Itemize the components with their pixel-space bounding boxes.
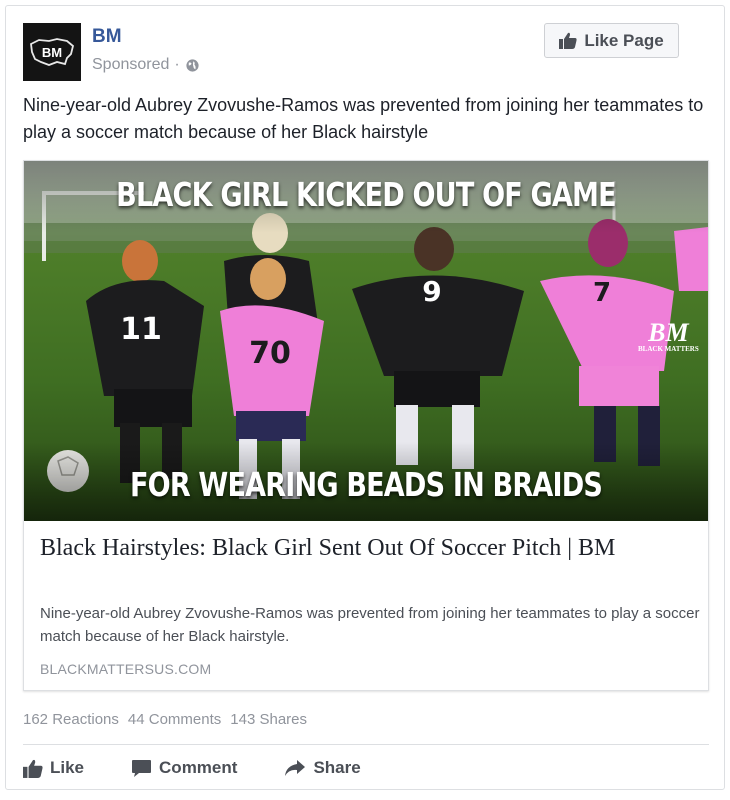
- link-description: Nine-year-old Aubrey Zvovushe-Ramos was …: [40, 605, 700, 645]
- speech-bubble-icon: [132, 759, 152, 777]
- divider: [23, 744, 709, 745]
- shares-count[interactable]: 143 Shares: [230, 711, 307, 728]
- watermark-logo: BM: [648, 318, 689, 347]
- preview-image[interactable]: 11 70: [24, 161, 708, 521]
- reactions-count[interactable]: 162 Reactions: [23, 711, 119, 728]
- link-preview[interactable]: 11 70: [23, 160, 709, 691]
- meta-separator: ·: [174, 56, 180, 73]
- post-text: Nine-year-old Aubrey Zvovushe-Ramos was …: [23, 95, 704, 142]
- post-meta: Sponsored ·: [92, 56, 200, 74]
- comment-label: Comment: [159, 758, 238, 777]
- sponsored-post-card: BM BM Sponsored · Like Page Nine-year-ol…: [5, 5, 725, 790]
- image-headline-top: BLACK GIRL KICKED OUT OF GAME: [116, 175, 616, 214]
- watermark-text: BLACK MATTERS: [638, 345, 699, 353]
- comment-button[interactable]: Comment: [131, 758, 237, 778]
- bm-watermark: BM BLACK MATTERS: [638, 318, 699, 354]
- share-arrow-icon: [285, 760, 306, 776]
- comments-count[interactable]: 44 Comments: [128, 711, 221, 728]
- sponsored-label[interactable]: Sponsored: [92, 56, 169, 74]
- globe-icon[interactable]: [185, 58, 200, 73]
- engagement-stats: 162 Reactions 44 Comments 143 Shares: [23, 711, 307, 728]
- link-title[interactable]: Black Hairstyles: Black Girl Sent Out Of…: [40, 533, 690, 564]
- share-button[interactable]: Share: [284, 758, 361, 778]
- like-label: Like: [50, 758, 85, 777]
- avatar-text: BM: [42, 45, 62, 60]
- thumbs-up-icon: [559, 32, 577, 49]
- image-headline-bottom: FOR WEARING BEADS IN BRAIDS: [129, 465, 603, 504]
- link-domain: BLACKMATTERSUS.COM: [40, 661, 212, 677]
- bm-logo-icon: BM: [30, 38, 75, 66]
- thumbs-up-icon: [23, 759, 43, 778]
- page-avatar[interactable]: BM: [23, 23, 81, 81]
- page-name-link[interactable]: BM: [92, 26, 122, 48]
- share-label: Share: [313, 758, 361, 777]
- post-actions: Like Comment Share: [23, 754, 408, 782]
- like-page-label: Like Page: [584, 30, 664, 50]
- like-page-button[interactable]: Like Page: [544, 23, 679, 58]
- like-button[interactable]: Like: [23, 758, 84, 778]
